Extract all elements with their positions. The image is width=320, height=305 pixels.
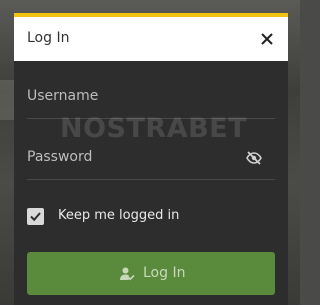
- user-check-icon: [120, 267, 135, 281]
- password-underline: [27, 179, 275, 180]
- username-field[interactable]: [27, 83, 275, 113]
- close-icon[interactable]: [258, 30, 276, 48]
- keep-logged-in-label: Keep me logged in: [58, 208, 180, 223]
- modal-header: Log In: [14, 17, 288, 61]
- keep-logged-in-checkbox[interactable]: [27, 208, 44, 225]
- login-modal: Log In Username NOSTRABET Password Keep …: [14, 13, 288, 305]
- eye-slash-icon[interactable]: [246, 150, 262, 165]
- login-button[interactable]: Log In: [27, 252, 275, 295]
- checkmark-icon: [30, 212, 41, 222]
- password-field[interactable]: [27, 144, 275, 174]
- watermark-logo: NOSTRABET: [60, 113, 248, 144]
- modal-title: Log In: [27, 30, 70, 46]
- login-button-label: Log In: [143, 265, 186, 281]
